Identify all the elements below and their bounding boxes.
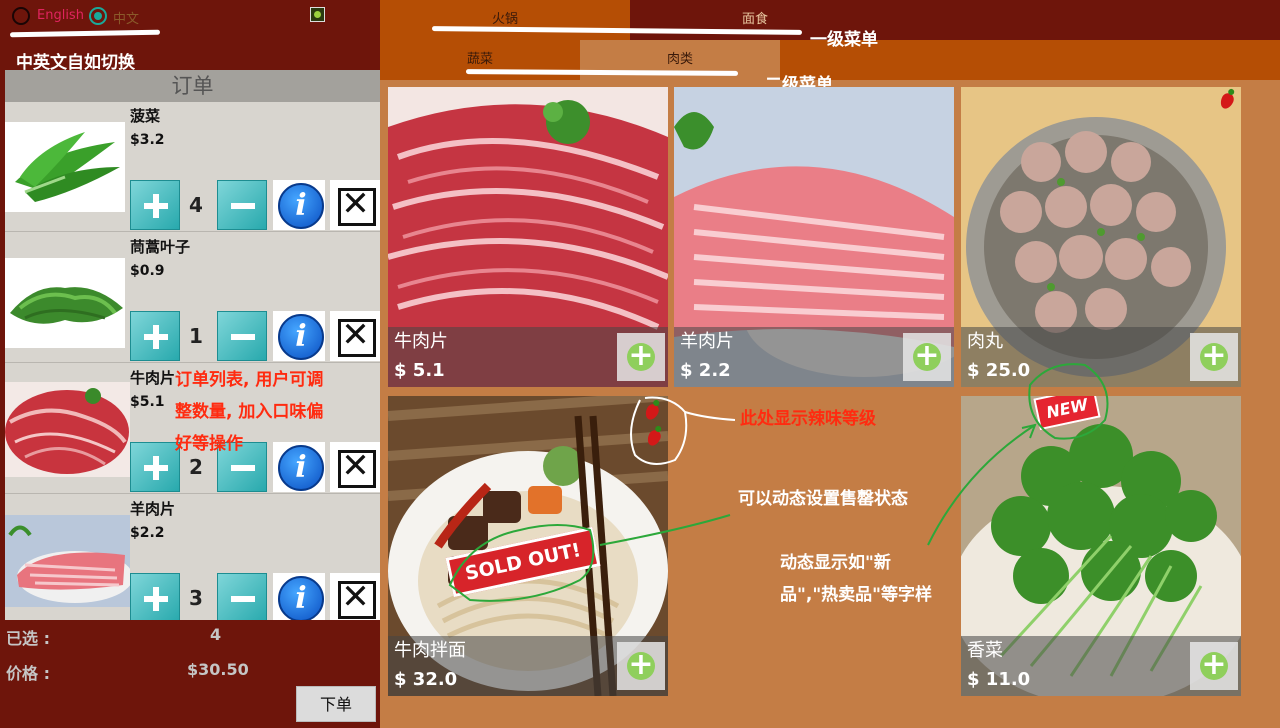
annotation-strokes [448,363,1109,602]
spice-level-note: 此处显示辣味等级 [740,409,876,429]
new-tag-note-line: 品","热卖品"等字样 [780,585,933,605]
new-tag-note-line: 动态显示如"新 [780,553,891,573]
new-tag-note: 动态显示如"新 品","热卖品"等字样 [780,547,960,611]
sold-out-note: 可以动态设置售罄状态 [738,489,908,509]
